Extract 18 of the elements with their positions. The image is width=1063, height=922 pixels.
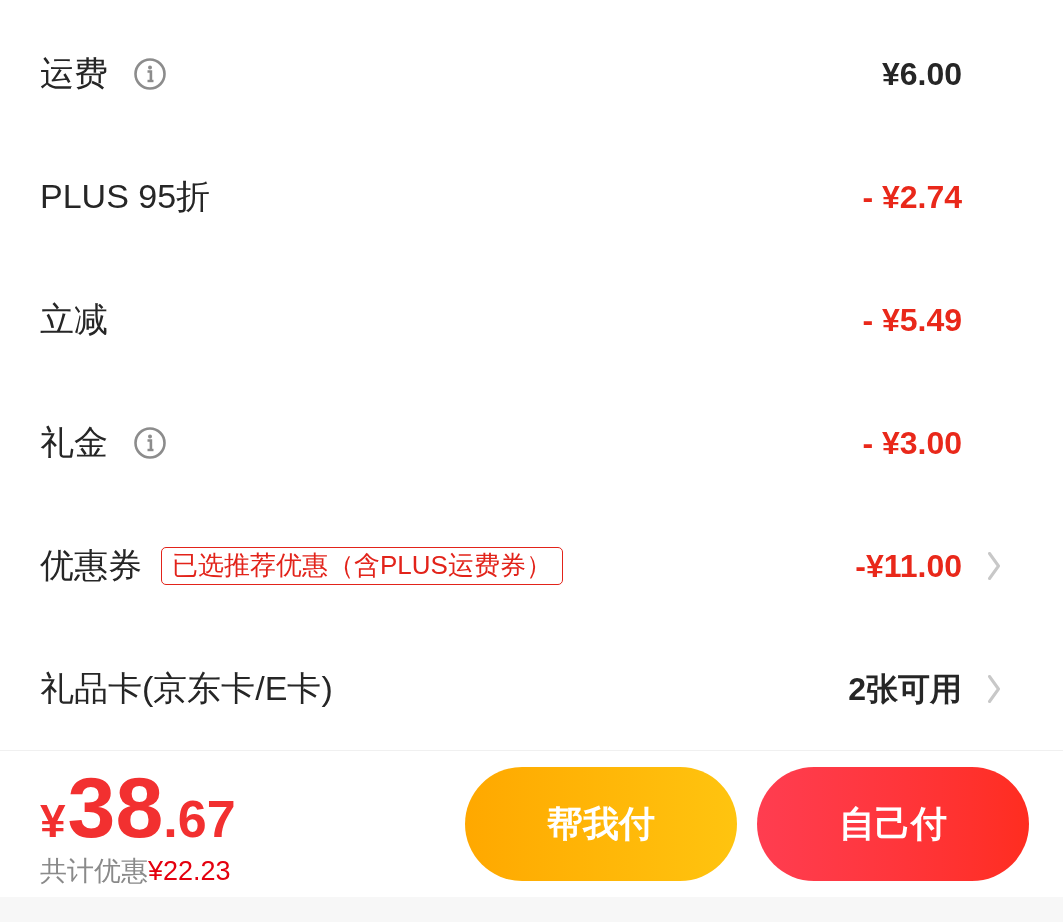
row-label: 立减 (40, 299, 108, 340)
pay-myself-button[interactable]: 自己付 (757, 767, 1029, 881)
row-label: 运费 (40, 53, 108, 94)
row-value: 2张可用 (848, 669, 962, 709)
row-value: - ¥2.74 (862, 177, 962, 217)
row-value: ¥6.00 (881, 54, 962, 94)
total-savings: 共计优惠¥22.23 (40, 857, 232, 885)
row-value: -¥11.00 (855, 546, 962, 586)
row-label: PLUS 95折 (40, 176, 211, 217)
coupon-tag: 已选推荐优惠（含PLUS运费券） (161, 546, 563, 585)
row-label: 优惠券 (40, 545, 142, 586)
row-value: - ¥3.00 (862, 423, 962, 463)
row-value: - ¥5.49 (862, 300, 962, 340)
total-price: ¥38.67 (40, 763, 236, 850)
row-label: 礼金 (40, 422, 108, 463)
info-icon[interactable] (134, 57, 166, 90)
row-label: 礼品卡(京东卡/E卡) (40, 668, 333, 709)
info-icon[interactable] (134, 426, 166, 459)
